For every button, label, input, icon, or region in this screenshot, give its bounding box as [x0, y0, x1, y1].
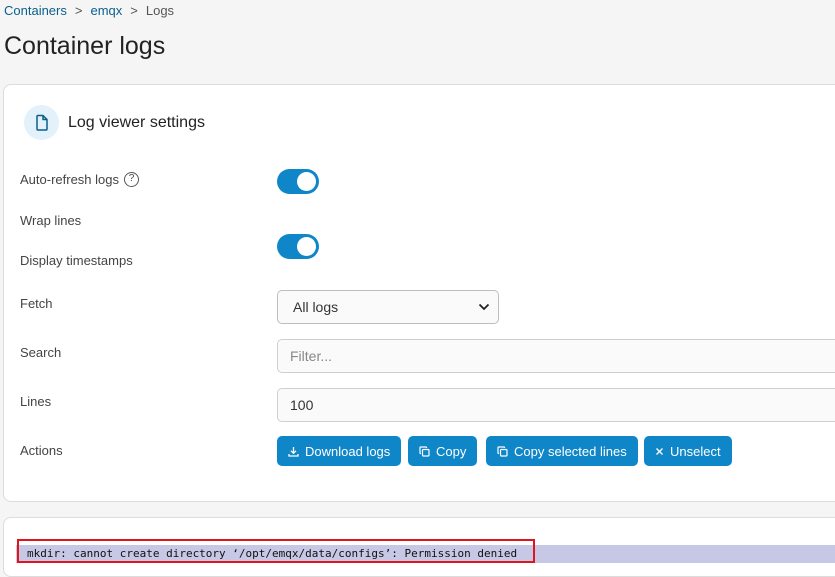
search-input[interactable]: Filter...	[277, 339, 835, 373]
lines-input[interactable]: 100	[277, 388, 835, 422]
wrap-lines-toggle[interactable]	[277, 234, 319, 259]
actions-row: Actions	[20, 443, 63, 458]
search-row: Search	[20, 345, 61, 360]
copy-button[interactable]: Copy	[408, 436, 478, 466]
unselect-button[interactable]: Unselect	[644, 436, 732, 466]
file-icon	[24, 105, 59, 140]
fetch-row: Fetch	[20, 296, 53, 311]
breadcrumb: Containers > emqx > Logs	[4, 3, 174, 18]
copy-icon	[497, 445, 508, 457]
copy-label: Copy	[436, 443, 467, 459]
fetch-selected-value: All logs	[293, 299, 339, 315]
search-label: Search	[20, 345, 62, 360]
error-highlight-box	[17, 539, 535, 563]
card-header: Log viewer settings	[24, 105, 205, 140]
toggle-knob	[297, 172, 316, 191]
wrap-lines-row: Wrap lines	[20, 213, 81, 228]
chevron-down-icon	[478, 303, 490, 311]
copy-selected-lines-label: Copy selected lines	[514, 443, 627, 459]
fetch-select[interactable]: All logs	[277, 290, 499, 324]
auto-refresh-label-text: Auto-refresh logs	[20, 172, 119, 187]
toggle-knob	[297, 237, 316, 256]
breadcrumb-separator: >	[74, 3, 83, 18]
auto-refresh-label: Auto-refresh logs ?	[20, 172, 139, 187]
copy-selected-lines-button[interactable]: Copy selected lines	[486, 436, 638, 466]
display-timestamps-row: Display timestamps	[20, 253, 133, 268]
display-timestamps-label: Display timestamps	[20, 253, 133, 268]
download-logs-button[interactable]: Download logs	[277, 436, 402, 466]
close-icon	[656, 447, 663, 455]
copy-icon	[419, 445, 430, 457]
card-title: Log viewer settings	[68, 113, 205, 131]
fetch-label: Fetch	[20, 296, 53, 311]
wrap-lines-label: Wrap lines	[20, 213, 82, 228]
actions-label: Actions	[20, 443, 63, 458]
download-icon	[288, 446, 299, 457]
auto-refresh-toggle[interactable]	[277, 169, 319, 194]
breadcrumb-separator: >	[130, 3, 138, 18]
lines-row: Lines	[20, 394, 51, 409]
unselect-label: Unselect	[670, 443, 721, 459]
breadcrumb-emqx[interactable]: emqx	[90, 3, 122, 18]
page-title: Container logs	[4, 32, 166, 60]
auto-refresh-row: Auto-refresh logs ?	[20, 172, 139, 187]
download-logs-label: Download logs	[305, 443, 391, 459]
lines-label: Lines	[20, 394, 52, 409]
help-icon[interactable]: ?	[124, 172, 139, 187]
breadcrumb-containers[interactable]: Containers	[4, 3, 67, 18]
breadcrumb-logs: Logs	[145, 3, 175, 18]
